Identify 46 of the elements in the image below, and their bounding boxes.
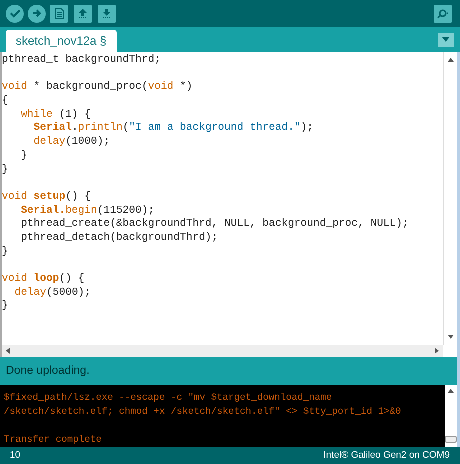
tab-menu-button[interactable] [438,32,454,46]
code-line: pthread_detach(backgroundThrd); [20,232,220,246]
serial-monitor-button[interactable] [434,4,452,22]
up-arrow-icon [78,8,88,19]
upload-button[interactable] [28,4,46,22]
code-line: while (1) { [20,108,92,122]
down-caret-icon [448,335,454,339]
code-line: delay(1000); [32,136,112,150]
board-port-label: Intel® Galileo Gen2 on COM9 [324,450,450,461]
horizontal-scrollbar[interactable] [2,345,443,357]
code-line: delay(5000); [14,286,92,300]
console-line: $fixed_path/lsz.exe --escape -c "mv $target_download_name [4,391,334,405]
down-arrow-icon [102,8,112,19]
console-scrollbar[interactable] [445,385,457,447]
code-line: pthread_t backgroundThrd; [2,54,162,68]
sketch-tab[interactable]: sketch_nov12a § [6,30,117,52]
new-button[interactable] [50,4,68,22]
status-message: Done uploading. [6,365,90,377]
line-number: 10 [10,450,21,461]
open-button[interactable] [74,4,92,22]
scroll-thumb[interactable] [445,436,457,443]
code-line: } [2,246,10,260]
code-line: } [2,300,10,314]
left-caret-icon [6,348,10,354]
right-arrow-icon [32,9,42,18]
save-button[interactable] [98,4,116,22]
code-line: pthread_create(&backgroundThrd, NULL, background_proc, NULL); [20,218,410,232]
caret-icon [442,37,450,42]
magnifier-icon [437,8,449,18]
code-line: } [20,150,28,164]
console-line: /sketch/sketch.elf; chmod +x /sketch/sketch.elf" <> $tty_port_id 1>&0 [4,405,402,419]
up-caret-icon [448,58,454,62]
right-caret-icon [435,348,439,354]
up-caret-icon [448,389,454,393]
verify-button[interactable] [6,4,24,22]
vertical-scrollbar[interactable] [443,52,457,345]
code-line: void loop() { [2,273,86,287]
console-line: Transfer complete [4,432,103,447]
code-line: Serial.begin(115200); [20,204,156,218]
code-line: { [2,95,10,109]
checkmark-icon [10,9,20,18]
code-line: Serial.println("I am a background thread."); [32,122,315,136]
code-line: void * background_proc(void *) [2,81,194,95]
code-line: void setup() { [2,190,92,205]
document-icon [54,8,64,19]
code-line: } [2,164,10,178]
